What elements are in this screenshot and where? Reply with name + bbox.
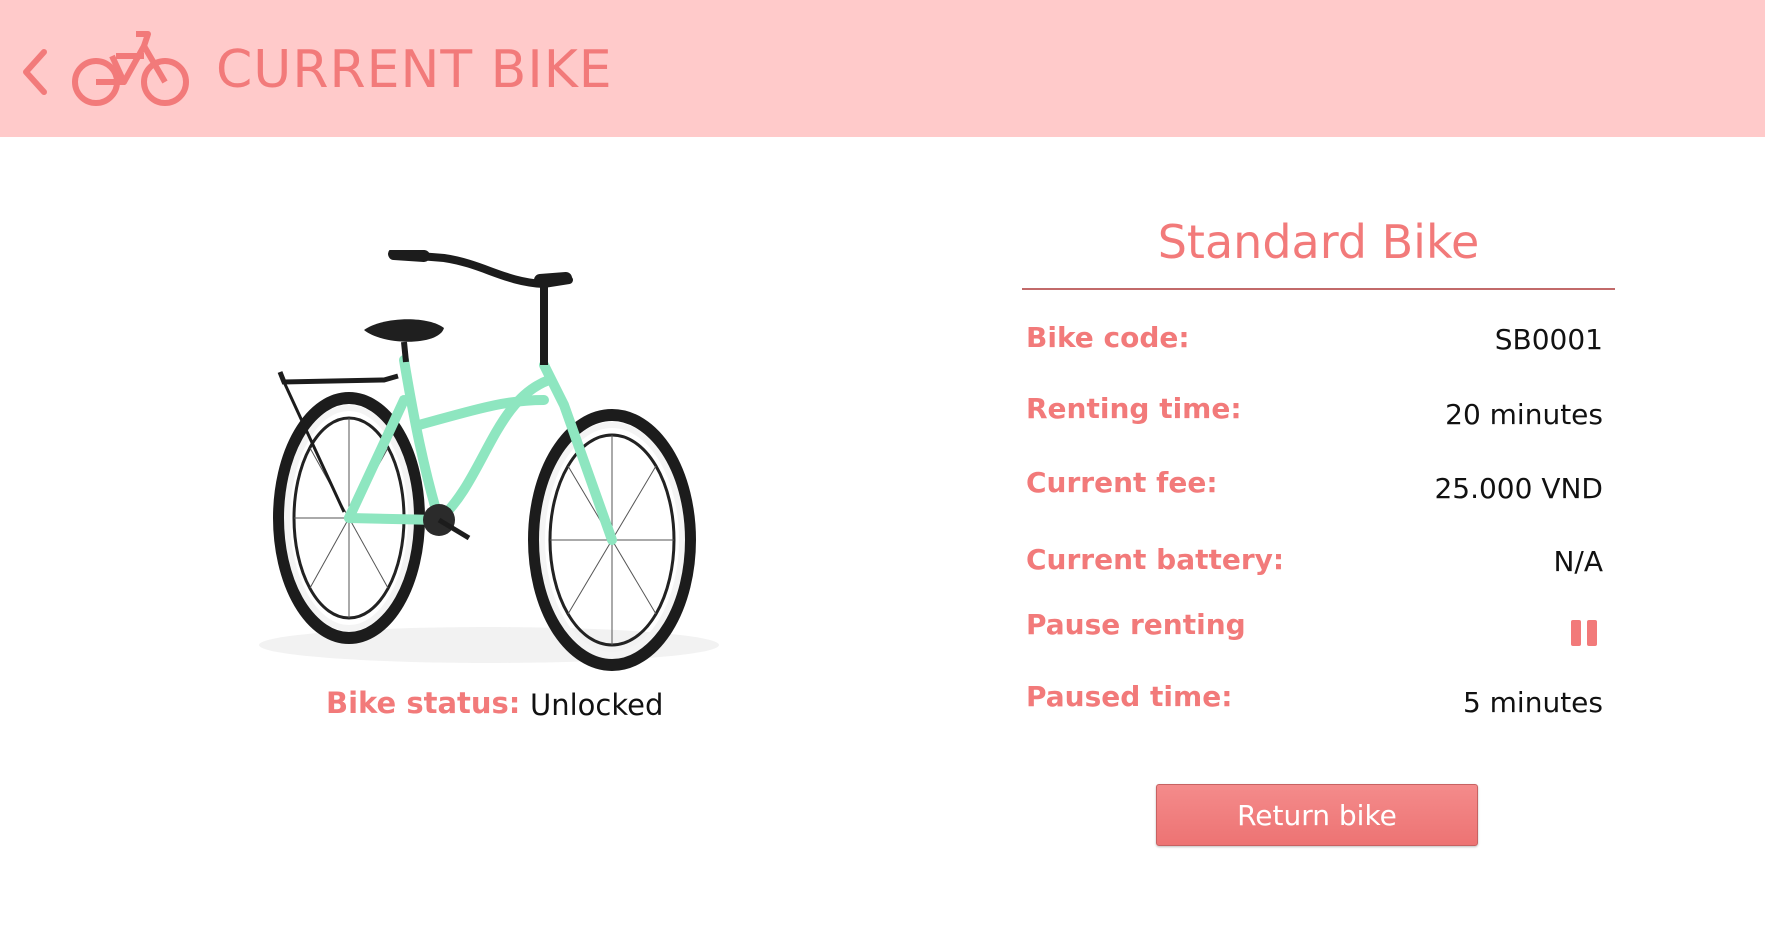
pause-renting-label: Pause renting xyxy=(1026,608,1246,641)
bicycle-photo xyxy=(259,250,719,671)
bike-code-row: Bike code: SB0001 xyxy=(1026,321,1603,365)
renting-time-label: Renting time: xyxy=(1026,392,1242,425)
pause-icon xyxy=(1571,620,1581,646)
pause-icon-bar xyxy=(1587,620,1597,646)
return-bike-button[interactable]: Return bike xyxy=(1156,784,1478,846)
pause-renting-row: Pause renting xyxy=(1026,608,1603,652)
header-bar: CURRENT BIKE xyxy=(0,0,1765,137)
bike-status-label: Bike status: xyxy=(326,686,521,720)
paused-time-label: Paused time: xyxy=(1026,680,1233,713)
page-title: CURRENT BIKE xyxy=(216,40,613,100)
paused-time-row: Paused time: 5 minutes xyxy=(1026,680,1603,724)
paused-time-value: 5 minutes xyxy=(1462,686,1603,719)
current-battery-value: N/A xyxy=(1553,545,1603,578)
current-fee-label: Current fee: xyxy=(1026,466,1218,499)
bike-code-label: Bike code: xyxy=(1026,321,1190,354)
pause-button[interactable] xyxy=(1571,620,1597,646)
bike-type-title: Standard Bike xyxy=(1157,215,1480,269)
bicycle-icon xyxy=(72,31,189,106)
bike-status-value: Unlocked xyxy=(530,688,664,722)
divider xyxy=(1022,288,1615,290)
current-battery-row: Current battery: N/A xyxy=(1026,543,1603,587)
back-button[interactable] xyxy=(18,44,54,100)
current-fee-row: Current fee: 25.000 VND xyxy=(1026,466,1603,510)
current-fee-value: 25.000 VND xyxy=(1434,472,1603,505)
chevron-left-icon xyxy=(23,49,47,95)
current-battery-label: Current battery: xyxy=(1026,543,1285,576)
renting-time-value: 20 minutes xyxy=(1445,398,1603,431)
bike-code-value: SB0001 xyxy=(1494,323,1603,356)
renting-time-row: Renting time: 20 minutes xyxy=(1026,392,1603,436)
